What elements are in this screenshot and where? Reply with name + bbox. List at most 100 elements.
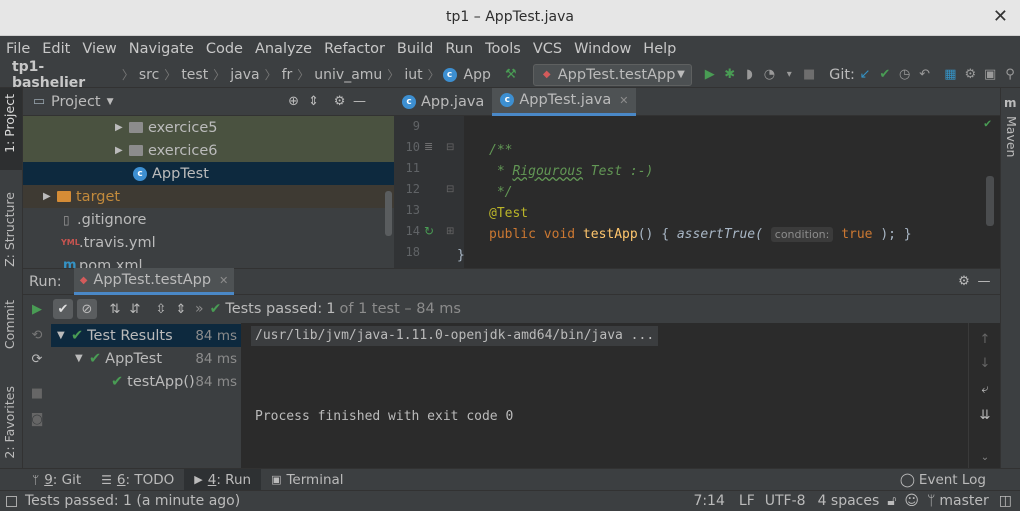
build-hammer-icon[interactable]: ⚒ bbox=[501, 65, 521, 85]
git-commit-icon[interactable]: ✔ bbox=[875, 65, 895, 85]
git-update-icon[interactable]: ↙ bbox=[855, 65, 875, 85]
arrow-down-icon[interactable]: ↓ bbox=[975, 353, 995, 373]
collapse-arrow-icon[interactable]: ▼ bbox=[57, 330, 71, 341]
toggle-tool-windows-icon[interactable] bbox=[6, 495, 17, 507]
run-dropdown-icon[interactable]: ▾ bbox=[779, 65, 799, 85]
menu-vcs[interactable]: VCS bbox=[527, 36, 568, 62]
soft-wrap-icon[interactable]: ⤶ bbox=[975, 379, 995, 399]
fold-icon[interactable]: ⊟ bbox=[446, 184, 454, 195]
lock-icon[interactable]: 🔓︎ bbox=[887, 493, 896, 509]
tree-item[interactable]: YML .travis.yml bbox=[23, 231, 394, 254]
breadcrumb-fr[interactable]: fr bbox=[280, 67, 295, 83]
camera-icon[interactable]: ◙ bbox=[27, 409, 47, 429]
run-icon[interactable]: ▶ bbox=[700, 65, 720, 85]
menu-navigate[interactable]: Navigate bbox=[123, 36, 200, 62]
line-separator[interactable]: LF bbox=[739, 493, 755, 509]
terminal-view-icon[interactable]: ▣ bbox=[980, 65, 1000, 85]
tool-tab-terminal[interactable]: ▣ Terminal bbox=[261, 469, 353, 491]
search-icon[interactable]: ⚲ bbox=[1000, 65, 1020, 85]
run-tab[interactable]: ◆ AppTest.testApp ✕ bbox=[73, 268, 235, 295]
breadcrumb-java[interactable]: java bbox=[228, 67, 261, 83]
sort-alpha-icon[interactable]: ⇅ bbox=[105, 299, 125, 319]
console-output[interactable]: /usr/lib/jvm/java-1.11.0-openjdk-amd64/b… bbox=[241, 323, 968, 468]
breadcrumb-test[interactable]: test bbox=[179, 67, 210, 83]
settings-icon[interactable]: ⚙ bbox=[960, 65, 980, 85]
test-result-row[interactable]: ✔ testApp() 84 ms bbox=[51, 370, 241, 393]
status-message[interactable]: Tests passed: 1 (a minute ago) bbox=[25, 493, 240, 509]
menu-window[interactable]: Window bbox=[568, 36, 637, 62]
expand-arrow-icon[interactable]: ▶ bbox=[115, 145, 129, 156]
tool-tab-project[interactable]: 1: Project bbox=[2, 94, 17, 153]
expand-arrow-icon[interactable]: ▶ bbox=[43, 191, 57, 202]
sort-duration-icon[interactable]: ⇵ bbox=[125, 299, 145, 319]
tab-app-java[interactable]: c App.java bbox=[394, 88, 492, 116]
project-structure-icon[interactable]: ▦ bbox=[940, 65, 960, 85]
show-passed-icon[interactable]: ✔ bbox=[53, 299, 73, 319]
tool-tab-todo[interactable]: ☰ 6: TODO bbox=[91, 469, 184, 491]
collapse-all-icon[interactable]: ⇕ bbox=[304, 92, 324, 112]
event-log-tab[interactable]: ◯ Event Log bbox=[890, 469, 996, 491]
tree-item[interactable]: m pom.xml bbox=[23, 254, 394, 269]
run-config-select[interactable]: ◆ AppTest.testApp ▼ bbox=[532, 63, 692, 86]
breadcrumb-iut[interactable]: iut bbox=[402, 67, 424, 83]
debug-icon[interactable]: ✱ bbox=[720, 65, 740, 85]
tree-item-selected[interactable]: c AppTest bbox=[23, 162, 394, 185]
tree-item[interactable]: ▯ .gitignore bbox=[23, 208, 394, 231]
collapse-arrow-icon[interactable]: ▼ bbox=[75, 353, 89, 364]
caret-position[interactable]: 7:14 bbox=[693, 493, 724, 509]
tool-tab-run[interactable]: ▶ 4: Run bbox=[184, 468, 262, 491]
breadcrumb-project[interactable]: tp1-bashelier bbox=[10, 59, 119, 91]
git-rollback-icon[interactable]: ↶ bbox=[915, 65, 935, 85]
test-result-row[interactable]: ▼ ✔ Test Results 84 ms bbox=[51, 324, 241, 347]
breadcrumb-src[interactable]: src bbox=[137, 67, 161, 83]
indent-setting[interactable]: 4 spaces bbox=[818, 493, 880, 509]
menu-refactor[interactable]: Refactor bbox=[318, 36, 391, 62]
expand-arrow-icon[interactable]: ▶ bbox=[115, 122, 129, 133]
stop-icon[interactable]: ■ bbox=[799, 65, 819, 85]
locate-icon[interactable]: ⊕ bbox=[284, 92, 304, 112]
console-command-line[interactable]: /usr/lib/jvm/java-1.11.0-openjdk-amd64/b… bbox=[251, 326, 659, 346]
tool-tab-favorites[interactable]: 2: Favorites bbox=[2, 386, 17, 459]
tree-item[interactable]: ▶ exercice5 bbox=[23, 116, 394, 139]
code-editor[interactable]: /** * Rigourous Test :-) */ @Test public… bbox=[457, 116, 994, 268]
memory-indicator-icon[interactable]: ◫ bbox=[999, 493, 1012, 509]
menu-run[interactable]: Run bbox=[439, 36, 479, 62]
expand-all-icon[interactable]: ⇳ bbox=[151, 299, 171, 319]
show-ignored-icon[interactable]: ⊘ bbox=[77, 299, 97, 319]
profile-icon[interactable]: ◔ bbox=[759, 65, 779, 85]
gear-icon[interactable]: ⚙ bbox=[330, 92, 350, 112]
tab-apptest-java[interactable]: c AppTest.java ✕ bbox=[492, 87, 637, 116]
stop-icon[interactable]: ■ bbox=[27, 383, 47, 403]
inspection-ok-icon[interactable]: ✔ bbox=[984, 116, 991, 130]
breadcrumb-univ-amu[interactable]: univ_amu bbox=[312, 67, 384, 83]
file-encoding[interactable]: UTF-8 bbox=[765, 493, 806, 509]
tree-item[interactable]: ▶ target bbox=[23, 185, 394, 208]
arrow-up-icon[interactable]: ↑ bbox=[975, 329, 995, 349]
inspector-icon[interactable]: ☺︎ bbox=[904, 493, 919, 509]
coverage-icon[interactable]: ◗ bbox=[740, 65, 760, 85]
more-icon[interactable]: » bbox=[195, 301, 204, 317]
menu-tools[interactable]: Tools bbox=[479, 36, 527, 62]
menu-code[interactable]: Code bbox=[200, 36, 249, 62]
gear-icon[interactable]: ⚙ bbox=[954, 272, 974, 292]
git-history-icon[interactable]: ◷ bbox=[895, 65, 915, 85]
scrollbar[interactable] bbox=[385, 191, 392, 236]
toggle-auto-test-icon[interactable]: ⟳ bbox=[27, 349, 47, 369]
test-result-row[interactable]: ▼ ✔ AppTest 84 ms bbox=[51, 347, 241, 370]
rerun-icon[interactable]: ▶ bbox=[27, 299, 47, 319]
tool-tab-commit[interactable]: Commit bbox=[2, 300, 17, 349]
close-tab-icon[interactable]: ✕ bbox=[619, 94, 628, 107]
close-tab-icon[interactable]: ✕ bbox=[219, 274, 228, 287]
menu-analyze[interactable]: Analyze bbox=[249, 36, 318, 62]
minimize-icon[interactable]: — bbox=[350, 92, 370, 112]
tool-tab-maven[interactable]: Maven bbox=[1004, 116, 1019, 157]
run-test-icon[interactable]: ↻ bbox=[424, 224, 434, 238]
close-window-icon[interactable]: ✕ bbox=[993, 6, 1008, 27]
collapse-all-icon[interactable]: ⇕ bbox=[171, 299, 191, 319]
project-panel-title[interactable]: Project bbox=[51, 94, 101, 110]
breadcrumb-app[interactable]: App bbox=[462, 67, 493, 83]
chevron-down-icon[interactable]: ▼ bbox=[107, 97, 114, 107]
menu-build[interactable]: Build bbox=[391, 36, 439, 62]
minimize-icon[interactable]: — bbox=[974, 272, 994, 292]
fold-icon[interactable]: ⊟ bbox=[446, 142, 454, 153]
